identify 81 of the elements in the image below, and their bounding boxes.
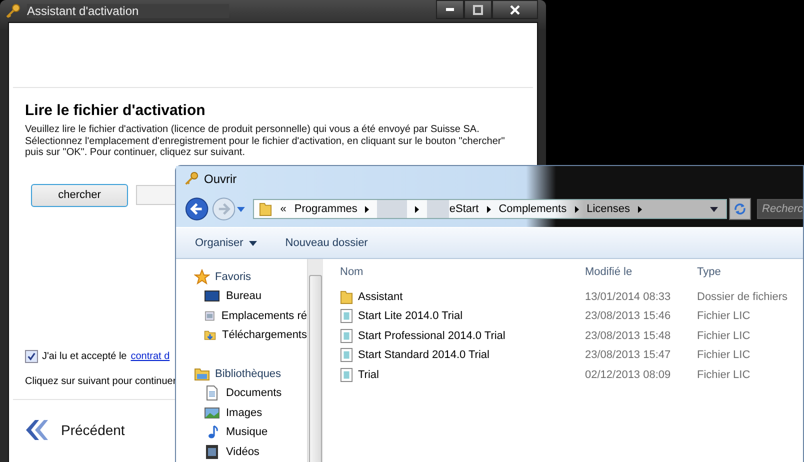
key-icon: [184, 171, 199, 186]
file-icon: [340, 366, 353, 383]
minimize-icon: [446, 8, 454, 11]
agreement-label: J'ai lu et accepté le: [42, 350, 127, 362]
separator-arrow-icon[interactable]: [574, 206, 579, 212]
star-icon: [194, 268, 210, 285]
dropdown-caret-icon[interactable]: [237, 206, 246, 212]
separator-arrow-icon[interactable]: [638, 206, 642, 212]
file-name[interactable]: Trial: [340, 366, 585, 383]
window-title: Assistant d'activation: [27, 4, 229, 18]
file-name[interactable]: Start Standard 2014.0 Trial: [340, 347, 585, 364]
dialog-title: Ouvrir: [204, 172, 237, 186]
folder-icon: [340, 288, 353, 305]
address-bar[interactable]: « Programmes eStart Complements Licenses: [253, 199, 728, 219]
file-type: Fichier LIC: [697, 368, 752, 381]
modified-date: 23/08/2013 15:46: [585, 310, 672, 322]
sidebar-group[interactable]: Favoris: [194, 267, 307, 286]
redacted-block: [427, 200, 450, 218]
file-icon: [340, 328, 353, 344]
file-name[interactable]: Start Professional 2014.0 Trial: [340, 328, 585, 344]
breadcrumb-item[interactable]: eStart: [449, 203, 479, 215]
file-name[interactable]: Start Lite 2014.0 Trial: [340, 308, 585, 324]
refresh-icon: [733, 202, 748, 216]
double-chevron-icon: [23, 418, 49, 442]
modified-date: 02/12/2013 08:09: [585, 368, 672, 381]
file-path-field[interactable]: [136, 185, 177, 205]
file-type: Fichier LIC: [697, 310, 752, 322]
desktop-icon: [204, 288, 220, 304]
separator-arrow-icon[interactable]: [415, 206, 420, 212]
back-button[interactable]: Précédent: [23, 418, 133, 442]
continue-hint: Cliquez sur suivant pour continuer: [25, 376, 178, 386]
browse-button[interactable]: chercher: [31, 184, 128, 206]
folder-icon: [259, 201, 272, 217]
key-icon: [5, 3, 21, 19]
modified-date: 13/01/2014 08:33: [585, 290, 672, 303]
sidebar-item[interactable]: Téléchargements: [194, 326, 307, 345]
file-type: Fichier LIC: [697, 349, 752, 362]
overflow-chevron[interactable]: «: [280, 203, 286, 215]
refresh-button[interactable]: [729, 198, 752, 220]
separator-arrow-icon[interactable]: [365, 206, 370, 212]
column-header[interactable]: Type: [697, 266, 803, 278]
file-type: Dossier de fichiers: [697, 290, 788, 303]
dropdown-caret-icon[interactable]: [710, 206, 718, 212]
sidebar-item[interactable]: Emplacements ré: [194, 306, 307, 326]
column-header[interactable]: Modifié le: [585, 266, 697, 278]
sidebar-item[interactable]: Vidéos: [194, 442, 307, 462]
search-field[interactable]: Recherc: [757, 199, 803, 219]
modified-date: 23/08/2013 15:47: [585, 349, 672, 362]
instructions-text: Veuillez lire le fichier d'activation (licence de produit personnelle) qui vous a été envoyé par Suisse SA. Sélectionnez l'emplacement d'enregistrement pour le fichier d'activation, en cliquant sur le bouton "chercher" puis sur "OK". Pour continuer, cliquez sur suivant.: [25, 124, 506, 158]
file-icon: [340, 308, 353, 324]
sidebar-item[interactable]: Bureau: [194, 286, 307, 306]
minimize-button[interactable]: [436, 0, 464, 19]
sidebar-item[interactable]: Images: [194, 403, 307, 422]
maximize-icon: [473, 4, 483, 14]
contract-link[interactable]: contrat d: [130, 350, 170, 362]
toolbar-button[interactable]: Nouveau dossier: [283, 235, 370, 251]
modified-date: 23/08/2013 15:48: [585, 330, 672, 342]
page-heading: Lire le fichier d'activation: [25, 102, 206, 119]
close-button[interactable]: [492, 0, 538, 19]
redacted-block: [377, 200, 408, 218]
film-icon: [204, 444, 220, 460]
breadcrumb-item[interactable]: Licenses: [586, 203, 630, 215]
sidebar-group[interactable]: Bibliothèques: [194, 364, 307, 384]
agreement-checkbox[interactable]: [25, 350, 38, 362]
file-name[interactable]: Assistant: [340, 288, 585, 305]
caret-icon: [249, 240, 258, 246]
file-icon: [340, 347, 353, 364]
sidebar-item[interactable]: Musique: [194, 422, 307, 442]
separator-arrow-icon[interactable]: [486, 206, 491, 212]
breadcrumb-item[interactable]: Programmes: [294, 203, 358, 215]
close-icon: [510, 4, 520, 14]
sidebar-scrollbar[interactable]: [307, 259, 323, 462]
library-folder-icon: [194, 366, 210, 382]
column-header[interactable]: Nom: [340, 266, 585, 278]
maximize-button[interactable]: [464, 0, 492, 19]
sidebar-item[interactable]: Documents: [194, 384, 307, 403]
toolbar-button[interactable]: Organiser: [193, 235, 260, 251]
breadcrumb-item[interactable]: Complements: [498, 203, 567, 215]
landscape-picture-icon: [204, 404, 220, 421]
file-type: Fichier LIC: [697, 330, 752, 342]
document-icon: [204, 385, 220, 402]
